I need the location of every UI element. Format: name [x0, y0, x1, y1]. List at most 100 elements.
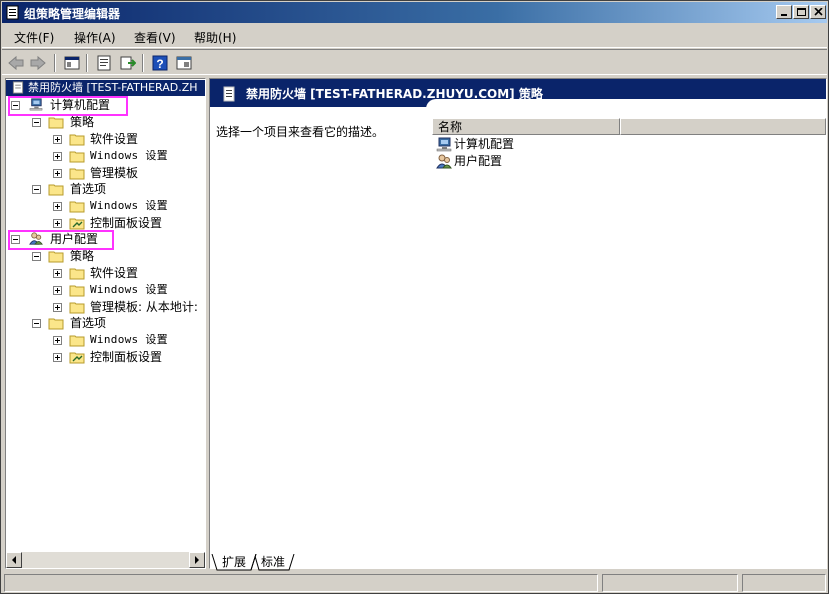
expand-icon[interactable] [53, 202, 62, 211]
tree-root-label: 禁用防火墙 [TEST-FATHERAD.ZH [28, 81, 198, 94]
view-tabs: 扩展 标准 [211, 554, 511, 572]
folder-icon [69, 201, 85, 213]
folder-icon [69, 268, 85, 280]
close-icon [814, 8, 823, 16]
toolbar-separator [54, 54, 56, 72]
tree-uc-preferences[interactable]: 首选项 [6, 315, 205, 331]
expand-icon[interactable] [53, 169, 62, 178]
minimize-icon [781, 14, 787, 16]
properties-button[interactable] [94, 53, 114, 73]
back-button[interactable] [6, 53, 26, 73]
folder-icon [69, 302, 85, 314]
main-window: 组策略管理编辑器 文件(F) 操作(A) 查看(V) 帮助(H) ? 禁用防火墙… [0, 0, 829, 594]
users-icon [436, 154, 452, 169]
collapse-icon[interactable] [32, 319, 41, 328]
status-cell-3 [742, 574, 826, 592]
console-view-icon [176, 56, 192, 70]
toolbar: ? [2, 49, 827, 75]
expand-icon[interactable] [53, 152, 62, 161]
tree-uc-control-panel-label: 控制面板设置 [90, 350, 163, 364]
column-header-name[interactable]: 名称 [432, 118, 620, 135]
chevron-right-icon [195, 556, 199, 564]
expand-icon[interactable] [53, 286, 62, 295]
tree-uc-policies[interactable]: 策略 [6, 248, 205, 264]
help-button[interactable]: ? [150, 53, 170, 73]
maximize-button[interactable] [793, 5, 809, 19]
tree-horizontal-scrollbar[interactable] [6, 552, 205, 568]
menu-file[interactable]: 文件(F) [14, 29, 54, 46]
tree-cc-policies-label: 策略 [70, 115, 95, 129]
tree-cc-pref-windows-label: Windows 设置 [90, 199, 168, 212]
scroll-left-button[interactable] [6, 552, 22, 568]
details-pane: 禁用防火墙 [TEST-FATHERAD.ZHUYU.COM] 策略 选择一个项… [209, 78, 827, 569]
tree-cc-software-label: 软件设置 [90, 132, 139, 146]
export-list-icon [120, 56, 136, 70]
group-policy-app-icon [6, 5, 19, 20]
tree-cc-control-panel-label: 控制面板设置 [90, 216, 163, 230]
tree-cc-policies[interactable]: 策略 [6, 114, 205, 130]
tree-uc-software-label: 软件设置 [90, 266, 139, 280]
status-cell-main [4, 574, 598, 592]
export-list-button[interactable] [118, 53, 138, 73]
help-icon: ? [152, 55, 168, 71]
details-header: 禁用防火墙 [TEST-FATHERAD.ZHUYU.COM] 策略 [210, 79, 826, 109]
minimize-button[interactable] [776, 5, 792, 19]
tree-uc-pref-windows[interactable]: Windows 设置 [6, 332, 205, 348]
tree-cc-admin-templates-label: 管理模板 [90, 166, 139, 180]
column-header-name-label: 名称 [438, 120, 463, 134]
collapse-icon[interactable] [32, 185, 41, 194]
tree-cc-admin-templates[interactable]: 管理模板 [6, 165, 205, 181]
policy-document-icon [223, 86, 235, 102]
expand-icon[interactable] [53, 269, 62, 278]
menu-action[interactable]: 操作(A) [74, 29, 116, 46]
menu-bar: 文件(F) 操作(A) 查看(V) 帮助(H) [2, 24, 827, 48]
tree-cc-control-panel[interactable]: 控制面板设置 [6, 215, 205, 231]
scroll-right-button[interactable] [189, 552, 205, 568]
tree-cc-pref-windows[interactable]: Windows 设置 [6, 198, 205, 214]
close-button[interactable] [810, 5, 826, 19]
control-panel-folder-icon [69, 352, 85, 364]
folder-icon [69, 151, 85, 163]
forward-arrow-icon [30, 55, 46, 71]
folder-icon [48, 117, 64, 129]
forward-button[interactable] [28, 53, 48, 73]
tree-cc-windows-label: Windows 设置 [90, 149, 168, 162]
title-bar: 组策略管理编辑器 [2, 2, 827, 23]
tree-uc-windows[interactable]: Windows 设置 [6, 282, 205, 298]
status-cell-2 [602, 574, 738, 592]
header-curve [426, 99, 826, 109]
tree-uc-software[interactable]: 软件设置 [6, 265, 205, 281]
folder-icon [48, 184, 64, 196]
collapse-icon[interactable] [32, 118, 41, 127]
expand-icon[interactable] [53, 219, 62, 228]
tree-cc-windows[interactable]: Windows 设置 [6, 148, 205, 164]
tab-extended[interactable]: 扩展 [219, 554, 249, 570]
expand-icon[interactable] [53, 336, 62, 345]
description-text: 选择一个项目来查看它的描述。 [216, 125, 385, 139]
tab-standard[interactable]: 标准 [258, 554, 288, 570]
control-panel-folder-icon [69, 218, 85, 230]
expand-icon[interactable] [53, 135, 62, 144]
show-hide-tree-button[interactable] [62, 53, 82, 73]
expand-icon[interactable] [53, 353, 62, 362]
list-item-label: 用户配置 [454, 154, 503, 168]
properties-icon [97, 55, 111, 71]
menu-help[interactable]: 帮助(H) [194, 29, 236, 46]
list-item-label: 计算机配置 [454, 137, 515, 151]
tree-uc-admin-templates[interactable]: 管理模板: 从本地计: [6, 299, 205, 315]
computer-icon [436, 137, 452, 152]
menu-view[interactable]: 查看(V) [134, 29, 176, 46]
folder-icon [69, 285, 85, 297]
folder-icon [69, 168, 85, 180]
tree-cc-software[interactable]: 软件设置 [6, 131, 205, 147]
tree-uc-control-panel[interactable]: 控制面板设置 [6, 349, 205, 365]
tree-cc-preferences[interactable]: 首选项 [6, 181, 205, 197]
tree-uc-windows-label: Windows 设置 [90, 283, 168, 296]
column-header-empty[interactable] [620, 118, 826, 135]
svg-text:?: ? [156, 57, 163, 71]
annotation-highlight-computer-config [8, 96, 128, 116]
tree-root-gpo[interactable]: 禁用防火墙 [TEST-FATHERAD.ZH [6, 80, 205, 96]
console-view-button[interactable] [174, 53, 194, 73]
expand-icon[interactable] [53, 303, 62, 312]
collapse-icon[interactable] [32, 252, 41, 261]
